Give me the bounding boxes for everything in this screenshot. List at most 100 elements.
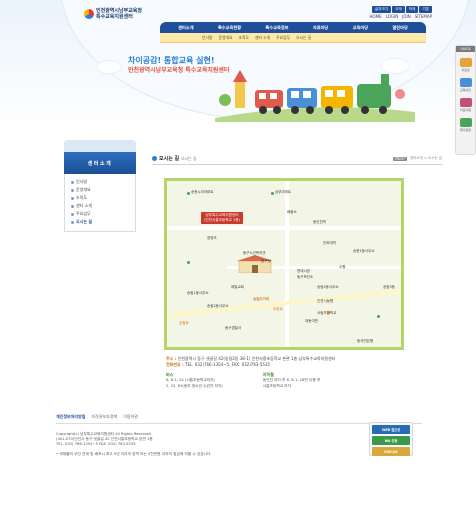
lnb-item-overview[interactable]: 운영개요 [218, 35, 232, 41]
sitemap-link[interactable]: SITEMAP [415, 14, 432, 19]
map-label: 송림1동사무소 [187, 291, 209, 295]
sidebar-item-label: 오시는 길 [76, 219, 93, 224]
quick-menu: QUICK 자료실 교육상담 치료지원 행사일정 [455, 45, 476, 155]
text-size-label: 글자크기 [371, 6, 392, 13]
center-location-marker: 남부특수교육지원센터 (인천서흥초등학교 1층) [201, 212, 243, 224]
quick-item-label: 행사일정 [459, 128, 472, 132]
lnb-item-greeting[interactable]: 인사말 [202, 35, 212, 41]
quick-item-therapy[interactable]: 치료지원 [456, 98, 475, 112]
map-label: 배움소 [287, 210, 297, 214]
gnb-item-data[interactable]: 자료마당 [313, 25, 328, 31]
map-label: 동국민은행 [357, 339, 374, 343]
title-bullet-icon [152, 156, 157, 161]
join-link[interactable]: JOIN [402, 14, 411, 19]
text-size-controls: 글자크기 크게 작게 기본 [371, 6, 432, 13]
sub-nav: 인사말 운영개요 조직도 센터 소개 주요업무 오시는 길 [160, 33, 426, 43]
lnb-item-intro[interactable]: 센터 소개 [255, 35, 270, 41]
sidebar-item-directions[interactable]: 오시는 길 [71, 218, 129, 226]
bullet-icon [71, 180, 74, 184]
text-size-small-button[interactable]: 작게 [405, 6, 419, 13]
lnb-item-work[interactable]: 주요업무 [276, 35, 290, 41]
gnb-item-open[interactable]: 열린마당 [392, 25, 407, 31]
left-sidebar: 센터소개 인사말 운영개요 조직도 센터 소개 주요업무 오시는 길 [64, 140, 136, 232]
home-link[interactable]: HOME [370, 14, 382, 19]
sidebar-item-intro[interactable]: 센터 소개 [71, 202, 129, 210]
sidebar-item-org[interactable]: 조직도 [71, 194, 129, 202]
map-label: 수원 [339, 265, 346, 269]
marker-line-2: (인천서흥초등학교 1층) [204, 218, 240, 222]
map-dot [187, 261, 190, 264]
map-dot [327, 311, 330, 314]
address-label: 주소 : [166, 356, 177, 361]
privacy-policy-link[interactable]: 개인정보처리방침 [56, 414, 85, 420]
gnb-item-info[interactable]: 특수교육정보 [265, 25, 288, 31]
lnb-item-org[interactable]: 조직도 [238, 35, 248, 41]
phone-label: 전화번호 : [166, 362, 184, 367]
bullet-icon [71, 212, 74, 216]
kwcag-badge: KWCAG [372, 447, 410, 456]
site-header: 인천광역시남부교육청 특수교육지원센터 글자크기 크게 작게 기본 HOME L… [0, 0, 476, 130]
footer-links: 개인정보처리방침 저작권보호정책 이용약관 [56, 414, 422, 424]
map-label: 동구경찰서 [225, 326, 242, 330]
cloud-decoration [96, 60, 122, 74]
lnb-item-directions[interactable]: 오시는 길 [296, 35, 311, 41]
phone-line: 전화번호 : TEL. 032)766-1354~5, FAX. 032)763… [166, 362, 442, 368]
sidebar-item-label: 주요업무 [76, 211, 91, 216]
subway-line: 서흥초등학교 하차 [262, 383, 292, 388]
sidebar-item-overview[interactable]: 운영개요 [71, 186, 129, 194]
site-footer: 개인정보처리방침 저작권보호정책 이용약관 Copyright(c) 남부특수교… [56, 414, 422, 484]
quick-item-archive[interactable]: 자료실 [456, 58, 475, 72]
archive-icon [459, 58, 472, 67]
map-label: 송림로 [273, 307, 283, 311]
sidebar-top-decoration [64, 140, 136, 152]
site-logo[interactable]: 인천광역시남부교육청 특수교육지원센터 [84, 8, 142, 20]
map-label: 송월동 [179, 321, 189, 325]
map-label: 동구보건소 [297, 275, 314, 279]
bus-line: 6, 6-1, 24 (서흥초등학교하차) [166, 378, 215, 382]
gnb-item-center[interactable]: 센터소개 [178, 25, 193, 31]
certification-badges: WEB 접근성 WA 인증 KWCAG [369, 422, 413, 456]
map-label: 인천시농협 [317, 299, 334, 303]
subway-line: 동인천 하차 후 6, 6-1, 28번 이용 후 [262, 378, 321, 382]
sidebar-item-work[interactable]: 주요업무 [71, 210, 129, 218]
quick-item-label: 자료실 [461, 68, 470, 72]
text-size-reset-button[interactable]: 기본 [419, 6, 432, 13]
map-label: 동인천역 [313, 220, 326, 224]
copyright-policy-link[interactable]: 저작권보호정책 [91, 414, 117, 420]
print-button[interactable]: PRINT [392, 156, 407, 161]
text-size-large-button[interactable]: 크게 [392, 6, 405, 13]
map-label: 송림4동사무소 [317, 285, 339, 289]
terms-link[interactable]: 이용약관 [123, 414, 138, 420]
quick-item-counsel[interactable]: 교육상담 [456, 78, 475, 92]
web-accessibility-badge: WEB 접근성 [372, 425, 410, 434]
sidebar-menu: 인사말 운영개요 조직도 센터 소개 주요업무 오시는 길 [64, 174, 136, 232]
phone-text: TEL. 032)766-1354~5, FAX. 032)763-5535 [185, 362, 271, 367]
map-label: 동구청 [261, 259, 271, 263]
gnb-item-edu[interactable]: 교육마당 [353, 25, 368, 31]
train-illustration [215, 70, 415, 122]
map-label: 인하대역 [323, 241, 336, 245]
calendar-icon [459, 118, 472, 127]
page-header: 오시는 길 오시는 길 PRINT 센터소개 > 오시는 길 [152, 155, 442, 165]
sidebar-item-label: 센터 소개 [76, 203, 92, 208]
breadcrumb: 센터소개 > 오시는 길 [409, 156, 442, 160]
wa-certification-badge: WA 인증 [372, 436, 410, 445]
map-label: 송현1동사무소 [353, 249, 375, 253]
sidebar-item-greeting[interactable]: 인사말 [71, 178, 129, 186]
sidebar-item-label: 운영개요 [76, 187, 91, 192]
bullet-icon [71, 188, 74, 192]
copyright-notice: • 게재물의 무단 전재 및 배포시 최고 5년 이하의 징역 또는 5천만원 … [56, 452, 212, 456]
top-links: HOME LOGIN JOIN SITEMAP [370, 14, 432, 19]
footer-contact: TEL. 032) 766-1354~5 FAX. 032) 763-5535 [56, 442, 136, 446]
map-label: 제일교회 [231, 285, 244, 289]
bus-info: 버스 6, 6-1, 24 (서흥초등학교하차) 2, 15, 63(동부 청소… [166, 372, 223, 389]
quick-item-label: 교육상담 [459, 88, 472, 92]
bus-line: 2, 15, 63(동부 청소년 수련관 하차) [166, 383, 223, 388]
logo-mark-icon [84, 9, 94, 19]
sidebar-heading: 센터소개 [64, 152, 136, 174]
gnb-item-status[interactable]: 특수교육현황 [218, 25, 241, 31]
login-link[interactable]: LOGIN [386, 14, 399, 19]
quick-item-calendar[interactable]: 행사일정 [456, 118, 475, 132]
bullet-icon [71, 196, 74, 200]
bullet-icon [71, 204, 74, 208]
